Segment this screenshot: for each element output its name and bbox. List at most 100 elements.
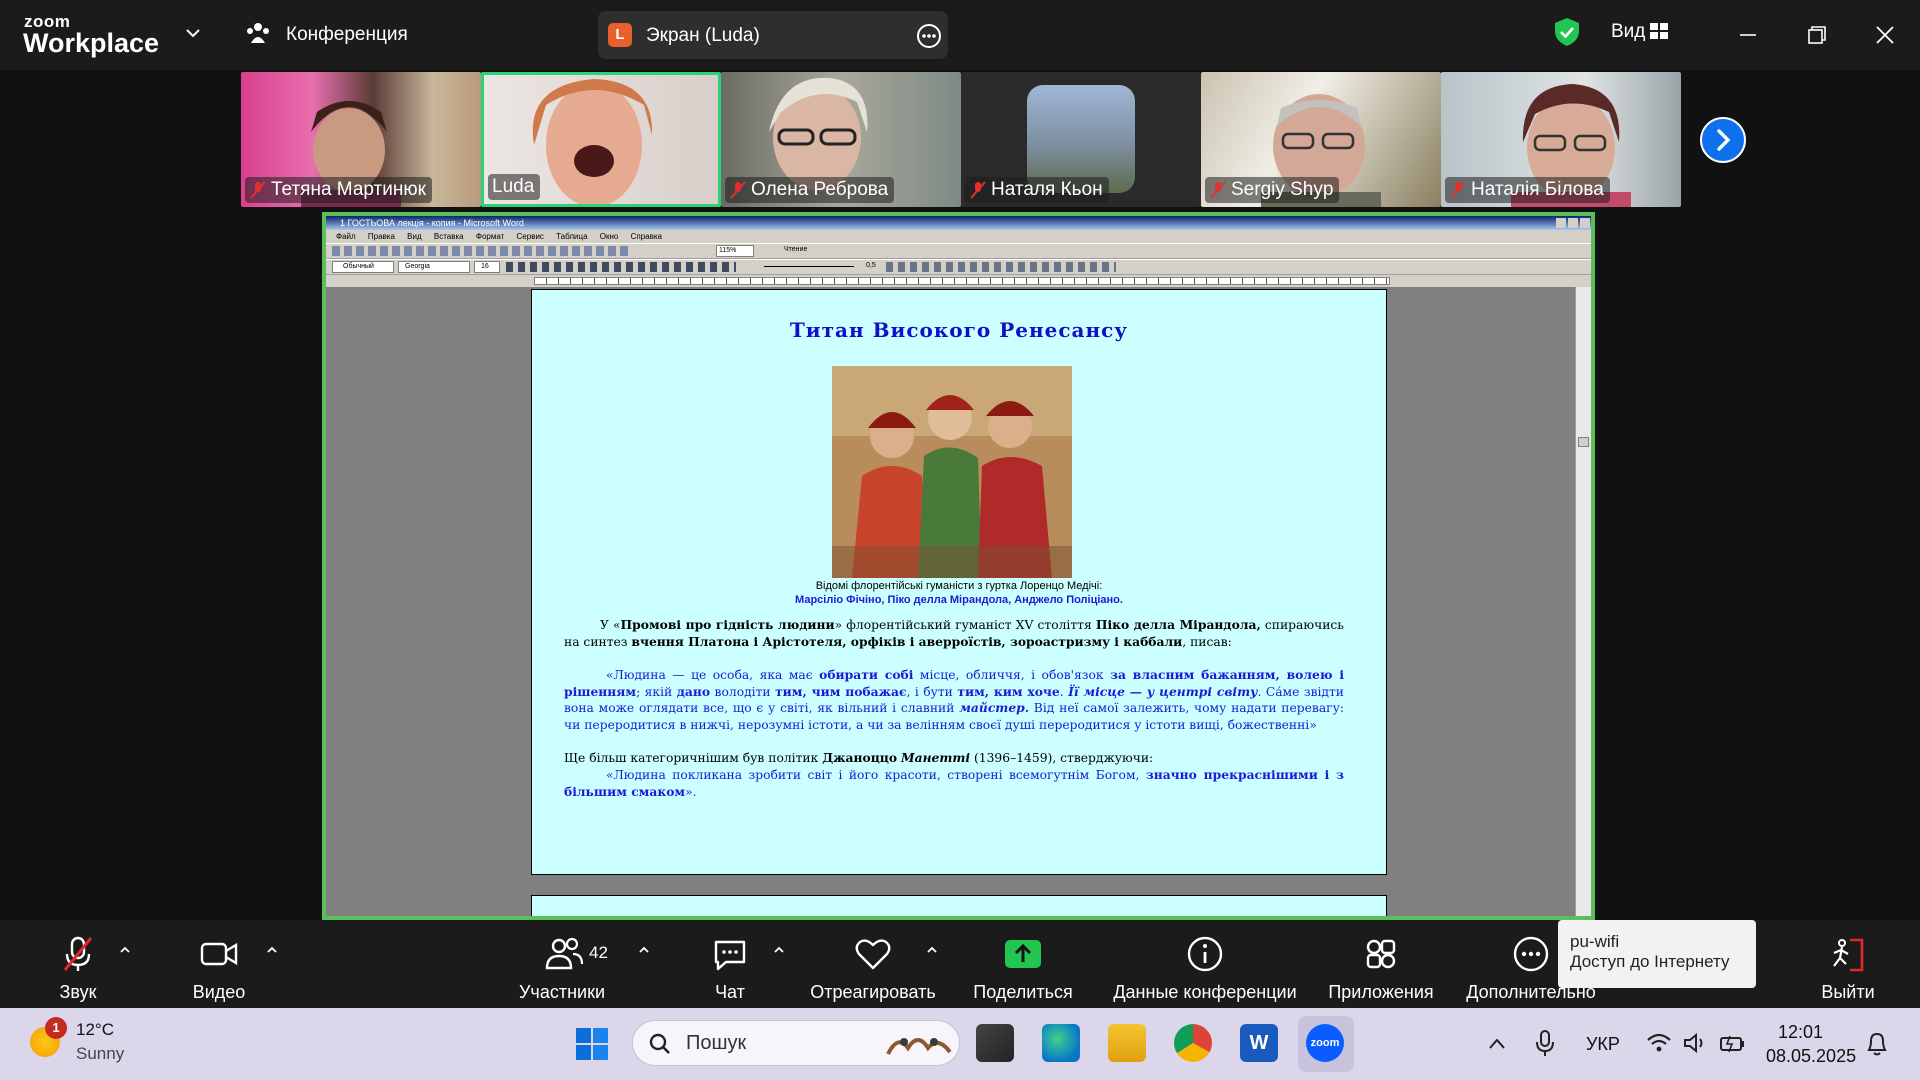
- text-run: .: [1059, 684, 1069, 699]
- chrome-browser-icon[interactable]: [1174, 1024, 1212, 1062]
- input-language[interactable]: УКР: [1586, 1034, 1620, 1055]
- zoom-app-icon[interactable]: zoom: [1306, 1024, 1344, 1062]
- file-explorer-icon[interactable]: [1108, 1024, 1146, 1062]
- info-icon: [1187, 936, 1223, 972]
- text-run: ».: [685, 784, 697, 799]
- menu-window[interactable]: Окно: [600, 232, 619, 241]
- wifi-status: Доступ до Інтернету: [1570, 952, 1730, 971]
- close-icon[interactable]: [1868, 18, 1902, 52]
- menu-insert[interactable]: Вставка: [434, 232, 464, 241]
- participant-name: Luda: [492, 176, 535, 197]
- menu-help[interactable]: Справка: [631, 232, 662, 241]
- leave-button[interactable]: Выйти: [1818, 932, 1878, 1003]
- restore-icon[interactable]: [1800, 18, 1834, 52]
- document-page[interactable]: Титан Високого Ренесансу Відомі флоренті…: [531, 289, 1387, 875]
- participants-label: Участники: [519, 982, 605, 1002]
- search-placeholder: Пошук: [686, 1032, 747, 1054]
- word-close-button[interactable]: [1580, 218, 1590, 228]
- participants-options-caret-icon[interactable]: [637, 943, 651, 957]
- paragraph-1: У «Промові про гідність людини» флоренті…: [564, 617, 1344, 650]
- more-options-icon[interactable]: [916, 23, 942, 49]
- ruler-scale[interactable]: [534, 277, 1390, 285]
- chat-button[interactable]: Чат: [700, 932, 760, 1003]
- video-options-caret-icon[interactable]: [265, 943, 279, 957]
- line-style-sample[interactable]: [764, 266, 854, 267]
- font-size-box[interactable]: 16: [474, 261, 500, 273]
- minimize-icon[interactable]: [1731, 18, 1765, 52]
- windows-start-icon[interactable]: [574, 1026, 610, 1062]
- word-window-controls[interactable]: [1556, 218, 1590, 228]
- document-next-page[interactable]: [531, 895, 1387, 916]
- participant-tile-active-speaker[interactable]: Luda: [481, 72, 721, 207]
- style-box[interactable]: Обычный: [332, 261, 394, 273]
- toolbar-icons[interactable]: [332, 246, 632, 256]
- encryption-shield-icon[interactable]: [1553, 17, 1581, 47]
- mic-muted-icon: [1210, 181, 1226, 199]
- menu-format[interactable]: Формат: [476, 232, 504, 241]
- notification-bell-icon[interactable]: [1864, 1030, 1890, 1058]
- video-button[interactable]: Видео: [186, 932, 252, 1003]
- participant-tile[interactable]: Тетяна Мартинюк: [241, 72, 481, 207]
- apps-button[interactable]: Приложения: [1325, 932, 1437, 1003]
- microphone-icon[interactable]: [1534, 1028, 1556, 1058]
- drawing-icons[interactable]: [886, 262, 1116, 272]
- menu-tools[interactable]: Сервис: [517, 232, 544, 241]
- vertical-scrollbar[interactable]: [1575, 287, 1591, 916]
- meeting-people-icon[interactable]: [245, 20, 271, 46]
- apps-icon: [1366, 939, 1396, 969]
- reading-mode-button[interactable]: Чтение: [784, 246, 807, 253]
- meeting-info-button[interactable]: Данные конференции: [1108, 932, 1302, 1003]
- heart-icon: [855, 939, 891, 970]
- line-weight[interactable]: 0,5: [866, 262, 876, 269]
- audio-options-caret-icon[interactable]: [118, 943, 132, 957]
- react-options-caret-icon[interactable]: [925, 943, 939, 957]
- view-label[interactable]: Вид: [1611, 21, 1645, 43]
- standard-toolbar[interactable]: 115% Чтение: [326, 243, 1591, 259]
- chevron-down-icon[interactable]: [182, 22, 204, 44]
- menu-edit[interactable]: Правка: [368, 232, 395, 241]
- participant-tile[interactable]: Наталя Кьон: [961, 72, 1201, 207]
- weather-description[interactable]: Sunny: [76, 1044, 124, 1064]
- menu-view[interactable]: Вид: [407, 232, 421, 241]
- participant-tile[interactable]: Sergiy Shyp: [1201, 72, 1441, 207]
- zoom-box[interactable]: 115%: [716, 245, 754, 257]
- participant-tile[interactable]: Наталія Білова: [1441, 72, 1681, 207]
- word-minimize-button[interactable]: [1556, 218, 1566, 228]
- quote-2: «Людина покликана зробити світ і його кр…: [564, 767, 1344, 800]
- clock-time[interactable]: 12:01: [1778, 1022, 1823, 1043]
- weather-temperature[interactable]: 12°C: [76, 1020, 114, 1040]
- chevron-up-icon[interactable]: [1486, 1034, 1508, 1054]
- grid-view-icon[interactable]: [1649, 21, 1669, 41]
- participant-tile[interactable]: Олена Реброва: [721, 72, 961, 207]
- format-icons[interactable]: [506, 262, 736, 272]
- audio-button[interactable]: Звук: [48, 932, 108, 1003]
- weather-alert-badge: 1: [45, 1017, 67, 1039]
- menu-table[interactable]: Таблица: [556, 232, 587, 241]
- formatting-toolbar[interactable]: Обычный Georgia 16 0,5: [326, 259, 1591, 275]
- meeting-info-label: Данные конференции: [1113, 982, 1297, 1002]
- image-caption-line1: Відомі флорентійські гуманісти з гуртка …: [815, 580, 1103, 592]
- font-box[interactable]: Georgia: [398, 261, 470, 273]
- wifi-icon[interactable]: [1646, 1030, 1672, 1056]
- share-screen-button[interactable]: Поделиться: [970, 932, 1076, 1003]
- participants-count: 42: [589, 943, 608, 962]
- conference-label[interactable]: Конференция: [286, 24, 408, 46]
- task-view-icon[interactable]: [976, 1024, 1014, 1062]
- react-button[interactable]: Отреагировать: [806, 932, 940, 1003]
- text-run-bold: Піко делла Мірандола,: [1095, 617, 1261, 632]
- next-page-button[interactable]: [1700, 117, 1746, 163]
- participant-name: Наталія Білова: [1471, 179, 1604, 200]
- mic-muted-icon: [1450, 181, 1466, 199]
- speaker-icon[interactable]: [1682, 1030, 1708, 1056]
- word-maximize-button[interactable]: [1568, 218, 1578, 228]
- clock-date[interactable]: 08.05.2025: [1766, 1046, 1856, 1067]
- menu-file[interactable]: Файл: [336, 232, 356, 241]
- scroll-thumb[interactable]: [1578, 437, 1589, 447]
- chat-options-caret-icon[interactable]: [772, 943, 786, 957]
- more-dots-icon: [1513, 936, 1549, 972]
- app-logo-line2: Workplace: [23, 28, 160, 58]
- word-app-icon[interactable]: W: [1240, 1024, 1278, 1062]
- search-icon: [649, 1033, 670, 1054]
- edge-browser-icon[interactable]: [1042, 1024, 1080, 1062]
- battery-icon[interactable]: [1718, 1030, 1746, 1056]
